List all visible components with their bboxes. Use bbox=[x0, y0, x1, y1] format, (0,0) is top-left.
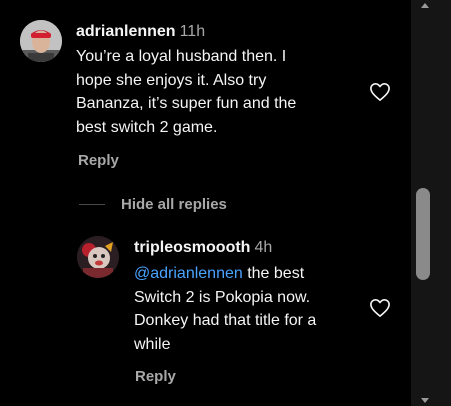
reply-text-line: Switch 2 is Pokopia now. bbox=[134, 288, 311, 306]
reply-text-line: @adrianlennen the best bbox=[134, 262, 374, 286]
reply-text-line: Donkey had that title for a bbox=[134, 312, 317, 329]
replies-divider bbox=[79, 204, 105, 205]
comment-body: You’re a loyal husband then. I hope she … bbox=[76, 45, 376, 139]
reply-text-line: while bbox=[134, 335, 171, 353]
comment-text-line: You’re a loyal husband then. I bbox=[76, 48, 287, 65]
mention-link[interactable]: @adrianlennen bbox=[134, 265, 243, 282]
comment-username[interactable]: adrianlennen bbox=[76, 23, 176, 40]
comment-time: 11h bbox=[179, 23, 206, 40]
comment-text-line: Bananza, it’s super fun and the bbox=[76, 95, 297, 112]
hide-replies-button[interactable]: Hide all replies bbox=[121, 196, 227, 213]
like-heart-icon[interactable] bbox=[369, 82, 391, 102]
comment-text-line: hope she enjoys it. Also try bbox=[76, 71, 267, 89]
reply-text-fragment: the best bbox=[242, 265, 305, 282]
reply-button[interactable]: Reply bbox=[78, 152, 119, 169]
reply-avatar[interactable] bbox=[77, 236, 119, 278]
scroll-down-arrow-icon[interactable] bbox=[421, 398, 429, 403]
reply-body: @adrianlennen the best Switch 2 is Pokop… bbox=[134, 262, 374, 356]
reply-time: 4h bbox=[254, 239, 273, 256]
scrollbar-thumb[interactable] bbox=[416, 188, 430, 280]
character-avatar-icon bbox=[77, 236, 119, 278]
avatar[interactable] bbox=[20, 20, 62, 62]
reply-like-heart-icon[interactable] bbox=[369, 298, 391, 318]
scroll-up-arrow-icon[interactable] bbox=[421, 3, 429, 8]
reply-username[interactable]: tripleosmoooth bbox=[134, 239, 250, 256]
comment-header: adrianlennen 11h bbox=[76, 23, 205, 41]
reply-header: tripleosmoooth 4h bbox=[134, 239, 272, 257]
comment-text-line: best switch 2 game. bbox=[76, 118, 218, 136]
user-photo-icon bbox=[20, 20, 62, 62]
reply-reply-button[interactable]: Reply bbox=[135, 368, 176, 385]
